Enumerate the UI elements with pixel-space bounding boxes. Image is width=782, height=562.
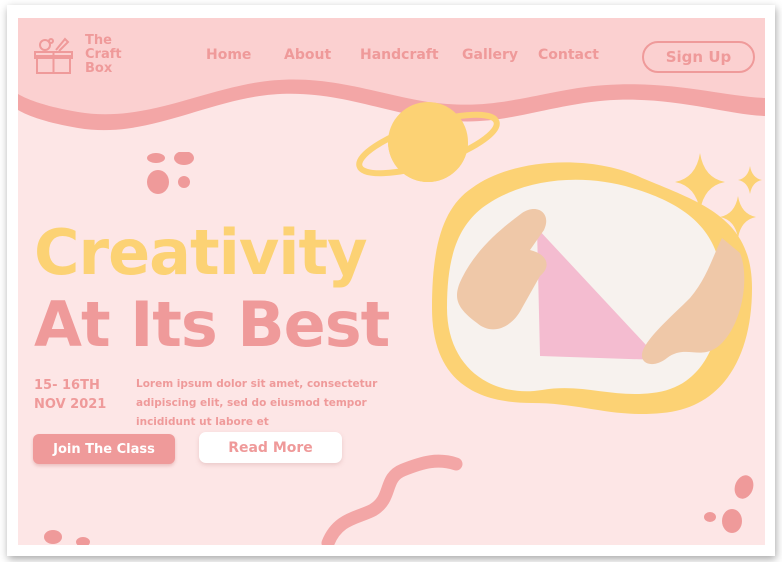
sparkle-icon bbox=[675, 153, 762, 238]
nav-home[interactable]: Home bbox=[206, 47, 251, 63]
headline-line-2: At Its Best bbox=[34, 288, 390, 361]
craft-box-icon[interactable] bbox=[34, 36, 74, 76]
blob-bottom-right-icon bbox=[704, 475, 754, 533]
blob-cluster-top-icon bbox=[147, 152, 194, 194]
landing-page: The Craft Box Home About Handcraft Galle… bbox=[18, 18, 765, 545]
nav-handcraft[interactable]: Handcraft bbox=[360, 47, 439, 63]
brand-line-1: The bbox=[85, 33, 112, 48]
squiggle-icon bbox=[321, 454, 463, 545]
brand-line-3: Box bbox=[85, 61, 113, 76]
sign-up-button[interactable]: Sign Up bbox=[642, 41, 755, 73]
nav-gallery[interactable]: Gallery bbox=[462, 47, 518, 63]
nav-about[interactable]: About bbox=[284, 47, 331, 63]
event-date: 15- 16TH NOV 2021 bbox=[34, 378, 107, 412]
nav-contact[interactable]: Contact bbox=[538, 47, 599, 63]
hero-description: Lorem ipsum dolor sit amet, consectetur … bbox=[136, 378, 378, 428]
blob-bottom-left-icon bbox=[44, 530, 90, 545]
join-class-button[interactable]: Join The Class bbox=[33, 434, 175, 464]
brand-name[interactable]: The Craft Box bbox=[85, 34, 122, 76]
headline-line-1: Creativity bbox=[34, 216, 368, 289]
brand-line-2: Craft bbox=[85, 47, 122, 62]
